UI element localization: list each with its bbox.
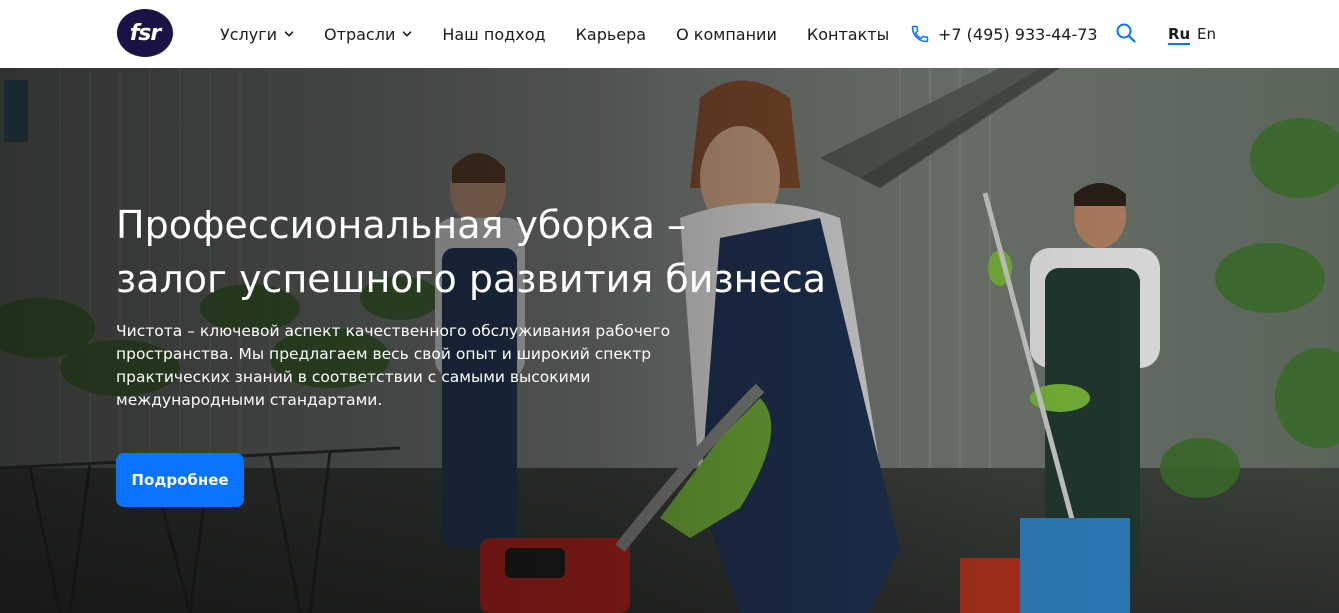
more-button[interactable]: Подробнее — [116, 453, 244, 507]
nav-item-approach[interactable]: Наш подход — [442, 25, 545, 44]
nav-item-label: Отрасли — [324, 24, 396, 44]
nav-item-label: О компании — [676, 24, 777, 44]
active-lang-underline — [1168, 43, 1191, 45]
nav-item-contacts[interactable]: Контакты — [807, 25, 889, 44]
nav-item-services[interactable]: Услуги — [220, 25, 294, 44]
chevron-down-icon — [284, 29, 294, 39]
hero-title: Профессиональная уборка – залог успешног… — [116, 198, 876, 306]
chevron-down-icon — [402, 29, 412, 39]
hero-section: Профессиональная уборка – залог успешног… — [0, 68, 1339, 613]
site-header: fsr Услуги Отрасли Наш подход Карьера О … — [0, 0, 1339, 68]
nav-item-career[interactable]: Карьера — [576, 25, 647, 44]
phone-number: +7 (495) 933-44-73 — [938, 24, 1098, 44]
lang-ru-label: Ru — [1168, 25, 1191, 43]
main-nav: Услуги Отрасли Наш подход Карьера О комп… — [220, 0, 919, 68]
lang-ru[interactable]: Ru — [1168, 0, 1191, 68]
hero-description: Чистота – ключевой аспект качественного … — [116, 322, 671, 409]
nav-item-label: Контакты — [806, 24, 890, 44]
phone-icon — [910, 24, 930, 44]
nav-item-label: Услуги — [220, 24, 278, 44]
search-icon[interactable] — [1115, 22, 1137, 44]
phone-link[interactable]: +7 (495) 933-44-73 — [910, 0, 1098, 68]
lang-en[interactable]: En — [1197, 0, 1216, 68]
nav-item-label: Наш подход — [442, 24, 546, 44]
lang-en-label: En — [1197, 25, 1216, 43]
nav-item-about[interactable]: О компании — [676, 25, 777, 44]
nav-item-industries[interactable]: Отрасли — [324, 25, 412, 44]
logo[interactable]: fsr — [117, 9, 173, 57]
hero-title-line-2: залог успешного развития бизнеса — [116, 257, 827, 301]
hero-title-line-1: Профессиональная уборка – — [116, 203, 687, 247]
nav-item-label: Карьера — [575, 24, 647, 44]
